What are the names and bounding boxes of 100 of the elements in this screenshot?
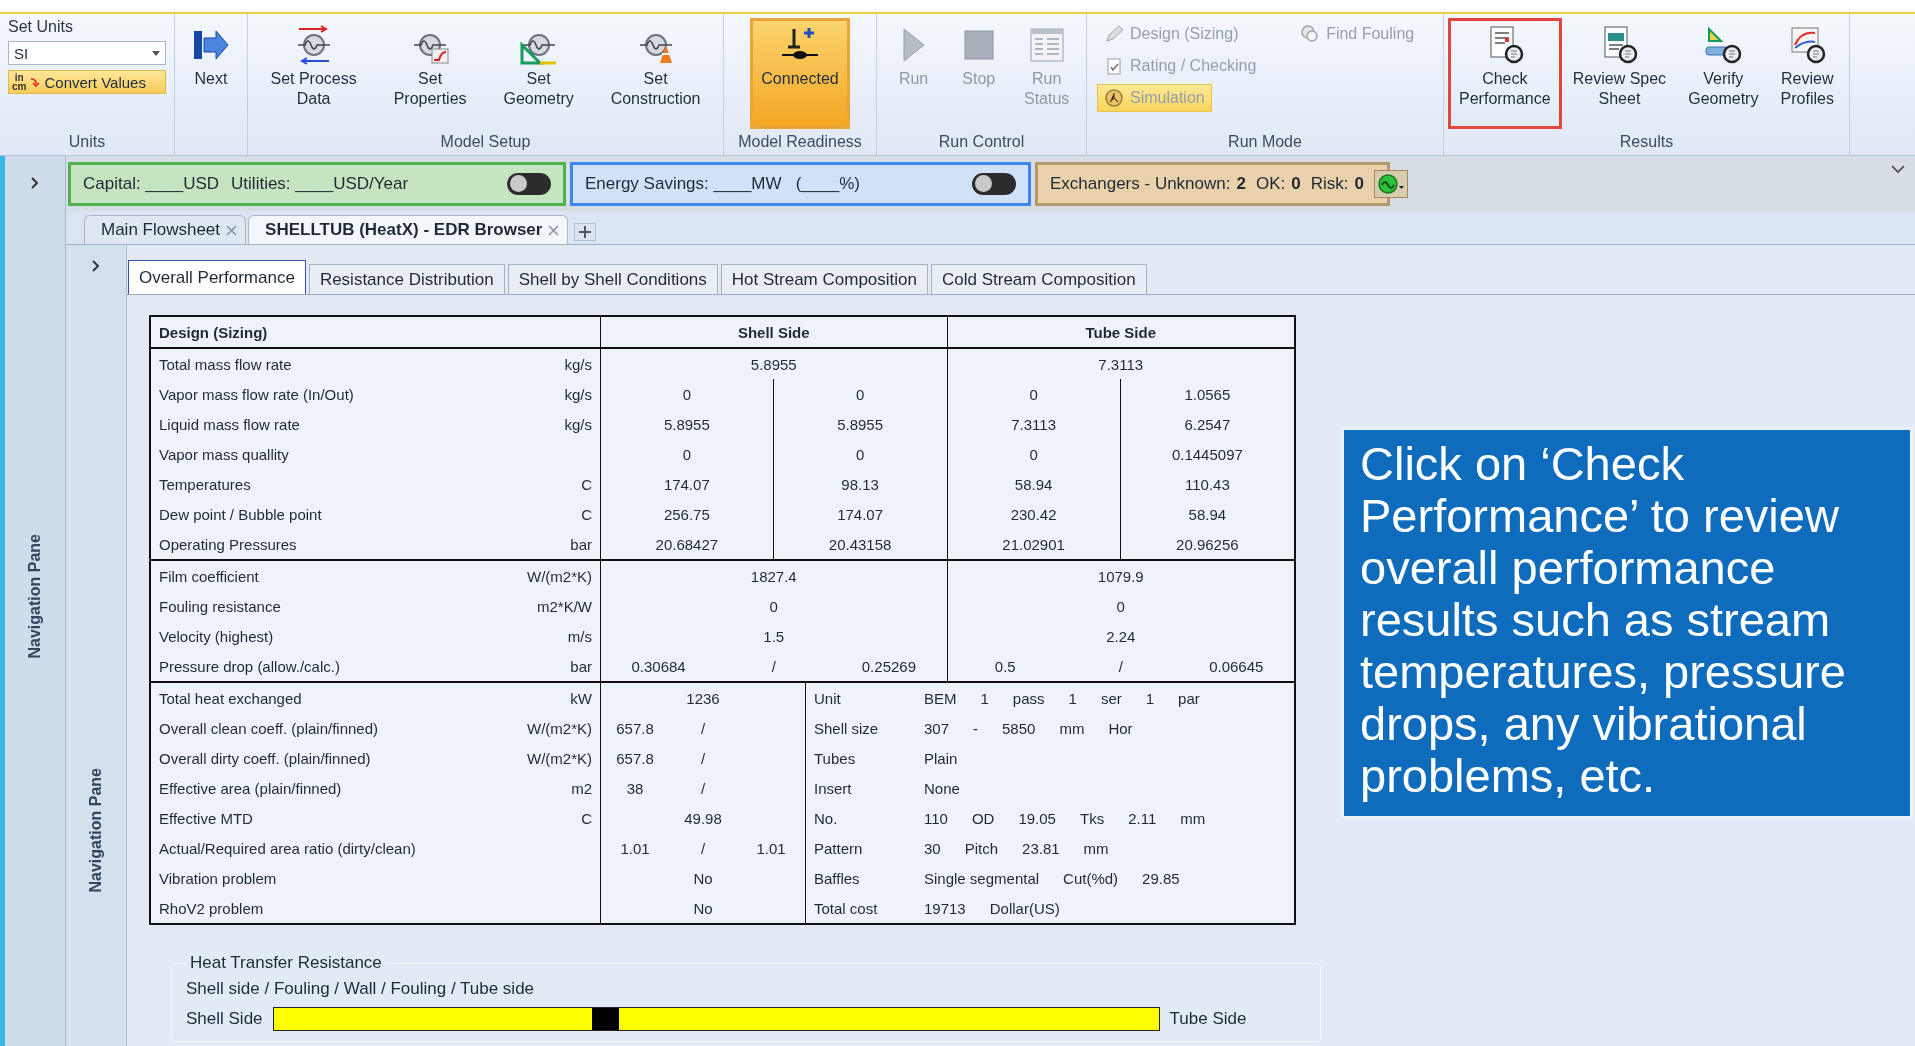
energy-savings-text: Energy Savings: ____MW (____%) [585,173,860,194]
tab[interactable]: Overall Performance [128,260,306,294]
ribbon-button[interactable]: Next [180,18,242,129]
table-cell: BEM [924,689,957,707]
collapse-chevron-icon[interactable] [1891,164,1905,174]
exchanger-count-label: OK: [1255,173,1286,194]
unit-label: kW [570,689,592,707]
table-cell: mm [1180,809,1206,827]
column-header: Shell Side [737,323,810,341]
table-cell: None [924,779,960,797]
unit-label: kg/s [564,385,592,403]
table-cell: 0.5 [994,657,1016,675]
expand-chevron-icon[interactable] [91,259,101,273]
convert-values-button[interactable]: in cm Convert Values [8,70,166,94]
group-label: Run Control [937,132,1026,152]
table-cell: 58.94 [1014,475,1053,493]
table-cell: 7.3113 [1098,355,1144,373]
table-cell: No [693,869,713,887]
row-label: Overall dirty coeff. (plain/finned) [159,749,371,767]
unit-label: kg/s [564,415,592,433]
ribbon-button[interactable]: Set Construction [599,18,712,129]
table-cell: 0.06645 [1209,657,1264,675]
ribbon-button[interactable]: Set Geometry [492,18,585,129]
ribbon-button[interactable]: Review Spec Sheet [1561,18,1678,129]
table-cell: 20.68427 [655,535,719,553]
row-label: Total mass flow rate [159,355,292,373]
row-label: Fouling resistance [159,597,281,615]
unit-label: W/(m2*K) [527,567,592,585]
ribbon-button[interactable]: Check Performance [1448,18,1562,129]
table-cell: 1.0565 [1184,385,1231,403]
table-cell: 19713 [924,899,966,917]
ribbon-button[interactable]: Verify Geometry [1677,18,1770,129]
table-cell: - [973,719,979,737]
group-label: Model Setup [439,132,532,152]
table-cell: 1.01 [756,839,786,857]
row-label: Pressure drop (allow./calc.) [159,657,340,675]
geometry-magnifier-icon [1703,25,1744,65]
exchanger-count: 2 [1236,173,1246,194]
unit-label: bar [570,535,592,553]
navigation-pane-label[interactable]: Navigation Pane [26,534,44,659]
tab[interactable]: Resistance Distribution [308,264,505,294]
table-cell: 0.25269 [861,657,916,675]
table-cell: 21.02901 [1002,535,1065,553]
row-label: Dew point / Bubble point [159,505,322,523]
group-label: Run Mode [1227,132,1303,152]
table-cell-text: Shell size [814,719,880,737]
row-label: Effective MTD [159,809,253,827]
group-label: Results [1618,132,1675,152]
table-cell: pass [1012,689,1045,707]
table-cell: / [1118,657,1123,675]
unit-label: C [581,475,592,493]
table-cell: 0.1445097 [1171,445,1243,463]
tab[interactable]: Hot Stream Composition [720,264,928,294]
table-cell: 49.98 [684,809,722,827]
ribbon-button[interactable]: Set Properties [382,18,478,129]
tab[interactable]: Cold Stream Composition [931,264,1147,294]
unit-label: m2*K/W [537,597,592,615]
unit-label: m2 [571,779,592,797]
table-cell: 0 [682,385,692,403]
document-tab[interactable]: Main Flowsheet [84,215,247,244]
expand-chevron-icon[interactable] [30,176,40,190]
table-cell: 5.8955 [663,415,710,433]
row-label: Temperatures [159,475,251,493]
table-cell: Tks [1079,809,1105,827]
table-cell: 1236 [686,689,720,707]
ribbon-button[interactable]: Review Profiles [1769,18,1845,129]
table-cell: mm [1083,839,1109,857]
row-label: RhoV2 problem [159,899,264,917]
document-tab[interactable]: SHELLTUB (HeatX) - EDR Browser [248,215,569,244]
close-icon[interactable] [548,224,560,236]
units-select[interactable]: SI [8,41,166,65]
tab[interactable]: Shell by Shell Conditions [507,264,718,294]
row-label: Vapor mass flow rate (In/Out) [159,385,354,403]
table-cell: / [700,779,706,797]
table-cell: 0 [1116,597,1125,615]
document-tab-title[interactable]: Main Flowsheet [101,220,221,240]
exchanger-count: 0 [1291,173,1301,194]
table-cell: 1 [1068,689,1077,707]
new-tab-button[interactable] [574,223,597,241]
table-cell: / [771,657,776,675]
table-cell: 29.85 [1142,869,1180,887]
table-cell: 2.24 [1106,627,1136,645]
table-cell: 1.5 [763,627,785,645]
toggle-switch[interactable] [972,172,1016,195]
table-cell-text: Tubes [814,749,857,767]
document-tab-title[interactable]: SHELLTUB (HeatX) - EDR Browser [265,220,543,240]
table-cell: ser [1100,689,1122,707]
ribbon-button[interactable]: Set Process Data [259,18,368,129]
table-cell: Single segmental [924,869,1040,887]
table-cell: 1.01 [620,839,650,857]
status-indicator-icon [1377,172,1404,195]
group-title: Heat Transfer Resistance [189,953,383,973]
toggle-switch[interactable] [507,172,551,195]
status-indicator-button[interactable] [1373,169,1408,198]
table-cell: 6.2547 [1184,415,1231,433]
navigation-pane-label[interactable]: Navigation Pane [87,768,105,893]
ribbon-button[interactable]: Connected [750,18,850,129]
table-cell: 110 [924,809,948,827]
callout-text: Click on ‘Check Performance’ to review overall performance results such as stream temperatures, pressure drops, any vibrational problems, etc. [1341,427,1913,819]
bar-end-label: Tube Side [1169,1009,1247,1029]
